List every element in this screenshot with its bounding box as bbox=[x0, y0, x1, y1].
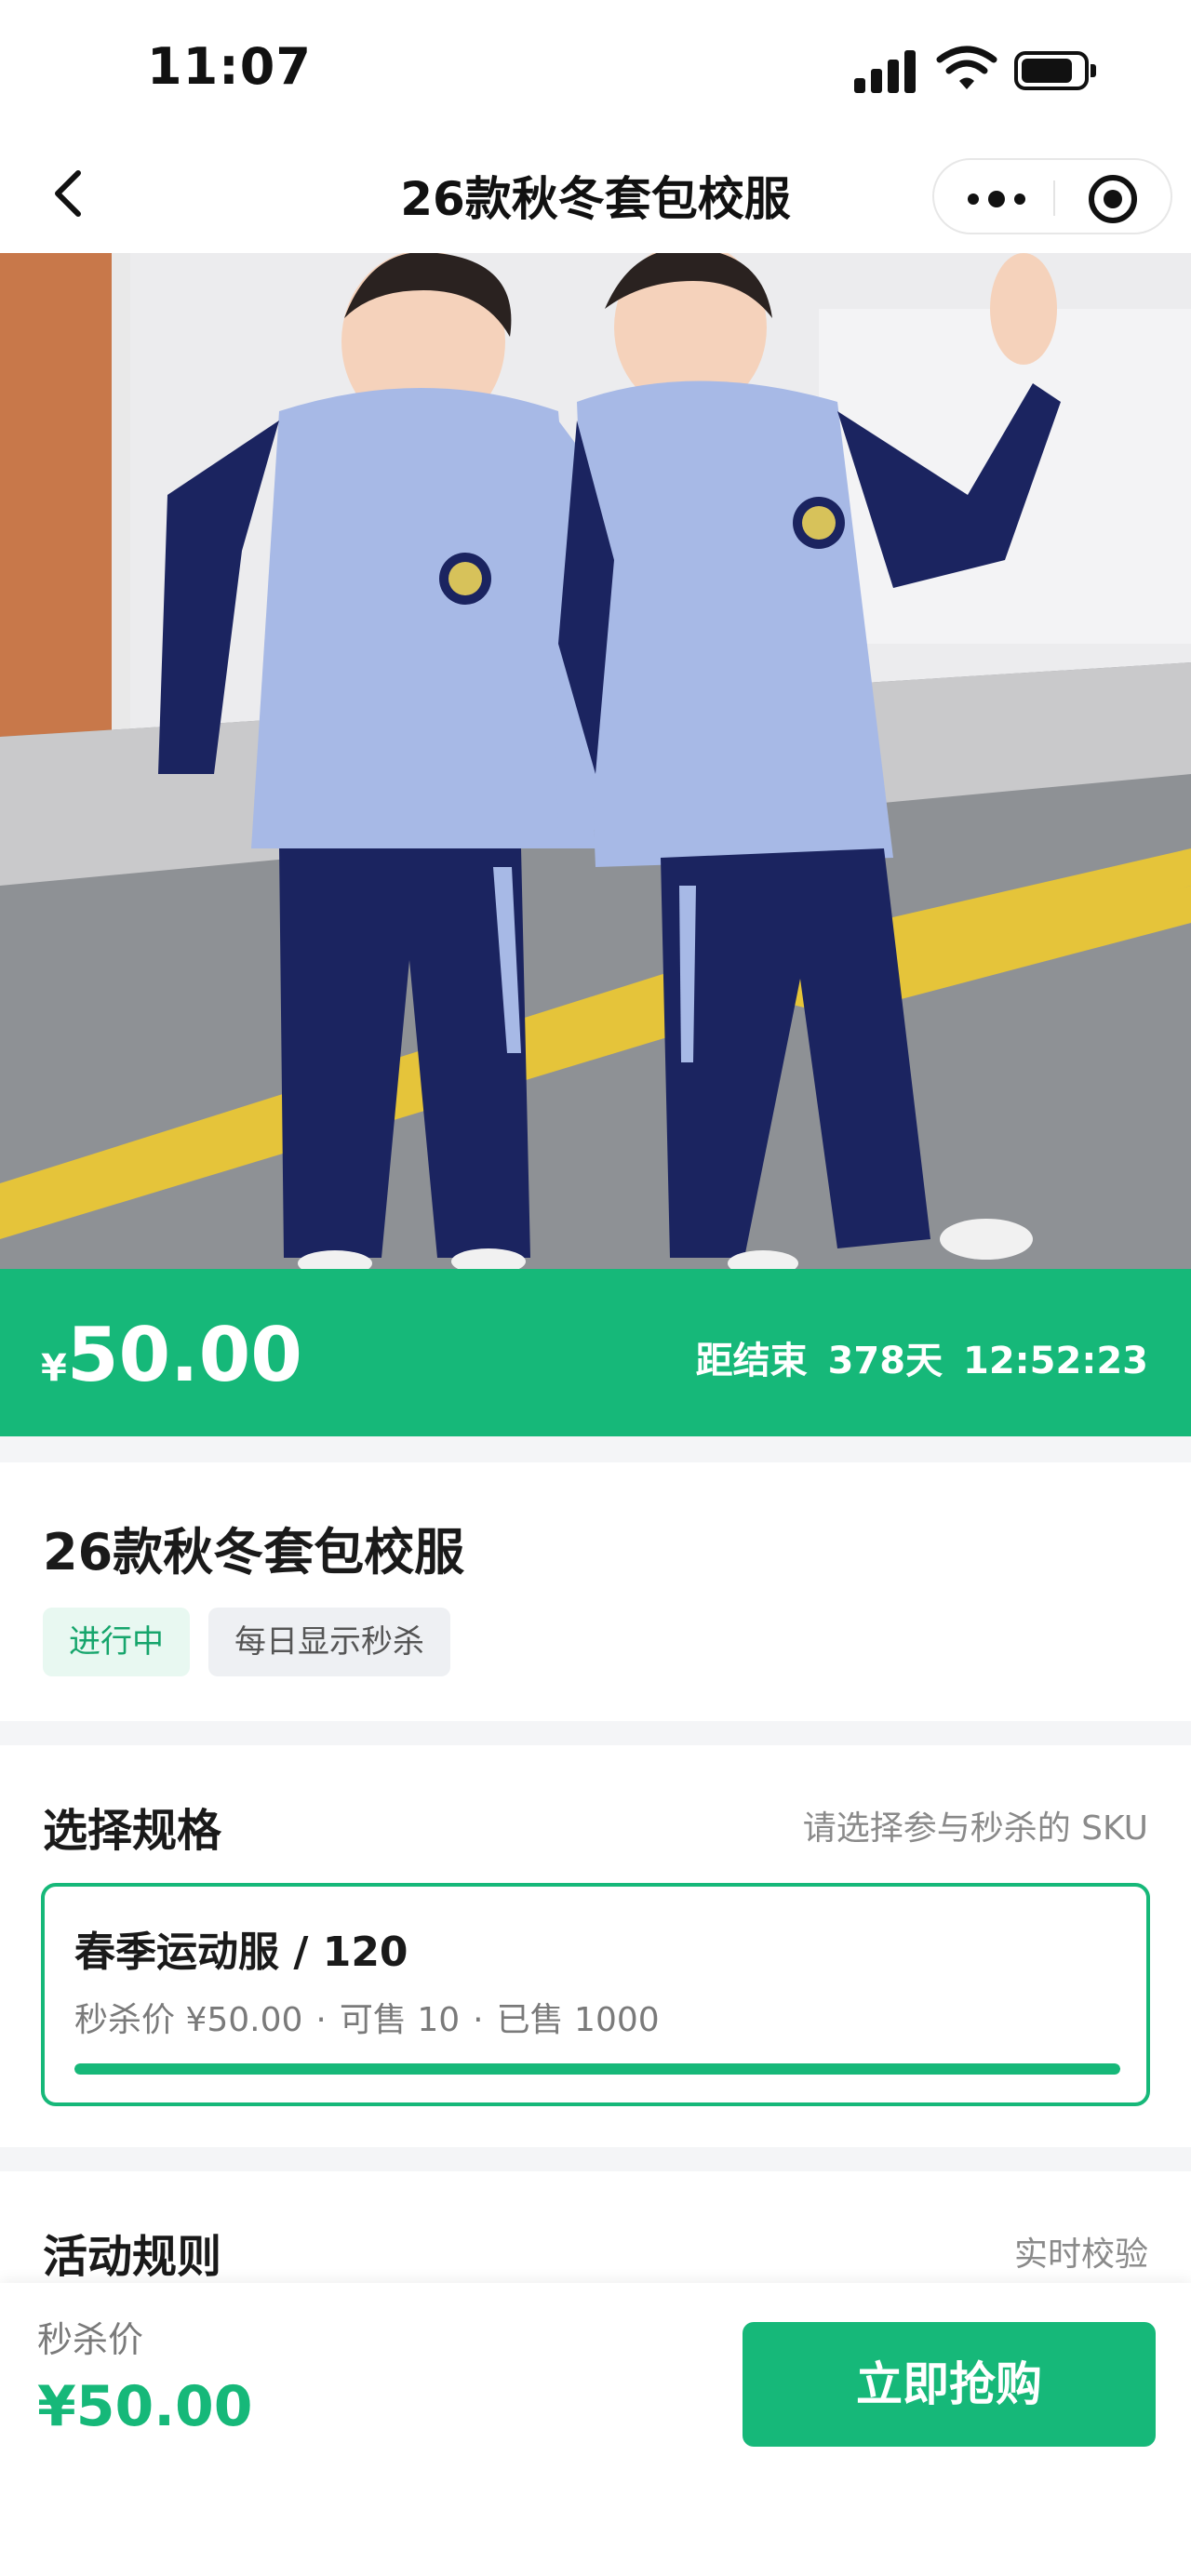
mini-program-capsule bbox=[932, 158, 1172, 234]
product-image bbox=[0, 253, 1191, 1269]
status-bar: 11:07 bbox=[0, 0, 1191, 140]
rules-card: 活动规则 实时校验 bbox=[0, 2171, 1191, 2283]
close-miniprogram-icon[interactable] bbox=[1089, 175, 1137, 223]
status-tag: 进行中 bbox=[43, 1608, 190, 1676]
product-title: 26款秋冬套包校服 bbox=[43, 1523, 465, 1582]
product-photo bbox=[0, 253, 1191, 1269]
sku-price: 秒杀价 ¥50.00 bbox=[74, 2001, 303, 2039]
bottom-price: ¥50.00 bbox=[37, 2374, 253, 2439]
sku-name: 春季运动服 / 120 bbox=[74, 1929, 408, 1976]
sold-progress-bar bbox=[74, 2063, 1120, 2075]
signal-icon bbox=[854, 47, 919, 93]
rules-title: 活动规则 bbox=[43, 2231, 222, 2283]
countdown-time: 12:52:23 bbox=[963, 1340, 1148, 1382]
bottom-price-label: 秒杀价 bbox=[37, 2319, 144, 2360]
spec-hint: 请选择参与秒杀的 SKU bbox=[802, 1809, 1148, 1848]
sold-progress-fill bbox=[74, 2063, 1120, 2075]
countdown-days: 378天 bbox=[827, 1340, 943, 1382]
price-banner: ¥50.00 距结束 378天 12:52:23 bbox=[0, 1269, 1191, 1436]
bottom-action-bar: 秒杀价 ¥50.00 立即抢购 bbox=[0, 2283, 1191, 2576]
product-info-card: 26款秋冬套包校服 进行中 每日显示秒杀 bbox=[0, 1462, 1191, 1721]
buy-now-button[interactable]: 立即抢购 bbox=[743, 2322, 1156, 2447]
status-time: 11:07 bbox=[147, 37, 312, 96]
spec-card: 选择规格 请选择参与秒杀的 SKU 春季运动服 / 120 秒杀价 ¥50.00… bbox=[0, 1745, 1191, 2147]
spec-title: 选择规格 bbox=[43, 1805, 222, 1857]
sku-meta: 秒杀价 ¥50.00 · 可售 10 · 已售 1000 bbox=[74, 2001, 660, 2039]
sku-sold: 已售 1000 bbox=[496, 2001, 660, 2039]
more-icon[interactable] bbox=[968, 190, 1027, 208]
battery-icon bbox=[1014, 51, 1096, 90]
banner-price: ¥50.00 bbox=[41, 1312, 302, 1398]
rules-hint: 实时校验 bbox=[1013, 2236, 1148, 2274]
countdown-timer: 距结束 378天 12:52:23 bbox=[689, 1330, 1148, 1384]
sku-available: 可售 10 bbox=[339, 2001, 461, 2039]
wifi-icon bbox=[936, 46, 997, 89]
nav-bar: 26款秋冬套包校服 bbox=[0, 140, 1191, 253]
daily-tag: 每日显示秒杀 bbox=[208, 1608, 450, 1676]
sku-option[interactable]: 春季运动服 / 120 秒杀价 ¥50.00 · 可售 10 · 已售 1000 bbox=[41, 1883, 1150, 2106]
countdown-label: 距结束 bbox=[695, 1340, 808, 1382]
